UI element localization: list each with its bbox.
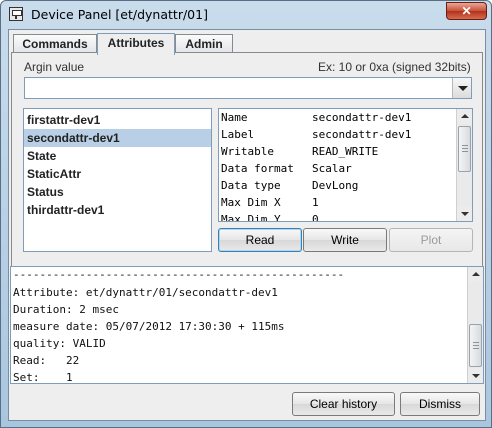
property-key: Data type: [221, 179, 281, 192]
property-key: Max Dim X: [221, 196, 281, 209]
read-button[interactable]: Read: [218, 228, 302, 252]
attributes-tab-panel: Argin value Ex: 10 or 0xa (signed 32bits…: [11, 52, 483, 284]
window-title: Device Panel [et/dynattr/01]: [31, 7, 208, 22]
close-button[interactable]: ✕: [446, 2, 487, 20]
list-item[interactable]: firstattr-dev1: [24, 111, 211, 129]
history-log[interactable]: ----------------------------------------…: [10, 266, 484, 384]
device-panel-window: Device Panel [et/dynattr/01] ✕ Commands …: [0, 0, 492, 428]
property-value: secondattr-dev1: [312, 128, 412, 141]
attribute-list[interactable]: firstattr-dev1 secondattr-dev1 State Sta…: [23, 108, 212, 252]
list-item[interactable]: Status: [24, 183, 211, 201]
tab-commands[interactable]: Commands: [13, 34, 97, 54]
attribute-properties: Name secondattr-dev1 Label secondattr-de…: [218, 108, 473, 222]
log-line: quality: VALID: [13, 337, 106, 350]
property-value: secondattr-dev1: [312, 111, 412, 124]
list-item[interactable]: thirdattr-dev1: [24, 201, 211, 219]
title-bar[interactable]: Device Panel [et/dynattr/01] ✕: [1, 1, 491, 29]
log-scrollbar[interactable]: [467, 267, 483, 383]
tab-attributes[interactable]: Attributes: [97, 33, 175, 55]
property-value: READ_WRITE: [312, 145, 379, 158]
property-key: Name: [221, 111, 248, 124]
property-value: Scalar: [312, 162, 352, 175]
scroll-up-icon[interactable]: [468, 267, 483, 282]
argin-hint: Ex: 10 or 0xa (signed 32bits): [318, 60, 471, 74]
property-key: Max Dim Y: [221, 213, 281, 222]
property-value: 1: [312, 196, 319, 209]
log-line: measure date: 05/07/2012 17:30:30 + 115m…: [13, 320, 285, 333]
scrollbar-thumb[interactable]: [458, 126, 471, 172]
log-line: Attribute: et/dynattr/01/secondattr-dev1: [13, 286, 278, 299]
chevron-down-icon[interactable]: [452, 78, 471, 98]
list-item[interactable]: secondattr-dev1: [24, 129, 211, 147]
scroll-down-icon[interactable]: [468, 368, 483, 383]
property-key: Data format: [221, 162, 294, 175]
device-panel-icon: [9, 7, 23, 21]
scrollbar-thumb[interactable]: [469, 324, 482, 367]
log-line: Set: 1: [13, 371, 73, 384]
scroll-down-icon[interactable]: [457, 206, 472, 221]
argin-label: Argin value: [24, 60, 85, 74]
write-button[interactable]: Write: [303, 228, 387, 252]
property-key: Label: [221, 128, 255, 141]
log-line: Read: 22: [13, 354, 80, 367]
scroll-up-icon[interactable]: [457, 109, 472, 124]
clear-history-button[interactable]: Clear history: [292, 392, 395, 416]
log-line: ----------------------------------------…: [13, 268, 345, 281]
dismiss-button[interactable]: Dismiss: [400, 392, 480, 416]
list-item[interactable]: StaticAttr: [24, 165, 211, 183]
window-content: Commands Attributes Admin Argin value Ex…: [8, 29, 486, 421]
tab-admin[interactable]: Admin: [175, 34, 233, 54]
property-key: Writable: [221, 145, 274, 158]
list-item[interactable]: State: [24, 147, 211, 165]
properties-scrollbar[interactable]: [456, 109, 472, 221]
property-value: 0: [312, 213, 319, 222]
property-value: DevLong: [312, 179, 359, 192]
log-line: Duration: 2 msec: [13, 303, 119, 316]
argin-input[interactable]: [24, 77, 472, 99]
plot-button[interactable]: Plot: [389, 228, 473, 252]
